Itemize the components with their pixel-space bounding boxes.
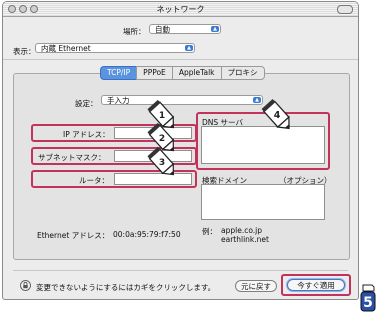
- revert-button[interactable]: 元に戻す: [235, 280, 277, 292]
- show-label: 表示：: [13, 47, 36, 56]
- show-value: 内蔵 Ethernet: [41, 44, 91, 53]
- window-title: ネットワーク: [156, 5, 205, 14]
- step-badge-icon: 5: [360, 284, 376, 312]
- lock-icon[interactable]: [20, 280, 31, 291]
- router-label: ルータ：: [79, 176, 109, 185]
- location-label: 場所：: [123, 27, 146, 36]
- pencil-icon: 3: [147, 146, 175, 176]
- popup-arrow-icon: ▲: [185, 45, 193, 51]
- callout-2: 2: [159, 134, 165, 144]
- toolbar-toggle-button[interactable]: [337, 5, 353, 14]
- ethernet-value: 00:0a:95:79:f7:50: [113, 230, 181, 239]
- settings-popup[interactable]: 手入力 ▲: [101, 95, 263, 105]
- tab-appletalk[interactable]: AppleTalk: [171, 66, 221, 80]
- search-domain-field[interactable]: [201, 184, 325, 220]
- divider: [3, 59, 358, 60]
- step-number: 5: [363, 295, 373, 311]
- example-line-1: apple.co.jp: [221, 226, 263, 235]
- example-label: 例：: [202, 227, 217, 236]
- callout-4: 4: [274, 110, 281, 121]
- settings-label: 設定：: [75, 99, 98, 108]
- location-popup[interactable]: 自動 ▲: [149, 24, 221, 34]
- apply-now-button[interactable]: 今すぐ適用: [287, 279, 345, 291]
- callout-1: 1: [159, 111, 165, 121]
- popup-arrow-icon: ▲: [211, 26, 219, 32]
- tab-bar: TCP/IP PPPoE AppleTalk プロキシ: [100, 66, 265, 80]
- ethernet-label: Ethernet アドレス：: [37, 231, 110, 240]
- show-popup[interactable]: 内蔵 Ethernet ▲: [35, 43, 195, 53]
- callout-3: 3: [159, 158, 165, 168]
- pencil-icon: 4: [261, 99, 290, 130]
- example-line-2: earthlink.net: [221, 235, 269, 244]
- network-window: ネットワーク 場所： 自動 ▲ 表示： 内蔵 Ethernet ▲ TCP/IP…: [2, 1, 359, 300]
- ip-label: IP アドレス：: [63, 130, 110, 139]
- settings-value: 手入力: [107, 96, 130, 105]
- tab-proxy[interactable]: プロキシ: [220, 66, 265, 80]
- location-value: 自動: [155, 25, 170, 34]
- tab-tcpip[interactable]: TCP/IP: [100, 66, 137, 80]
- footer-divider: [13, 270, 348, 271]
- subnet-label: サブネットマスク：: [38, 153, 106, 162]
- lock-text: 変更できないようにするにはカギをクリックします。: [36, 283, 216, 292]
- tab-pppoe[interactable]: PPPoE: [136, 66, 172, 80]
- title-bar: ネットワーク: [3, 2, 358, 17]
